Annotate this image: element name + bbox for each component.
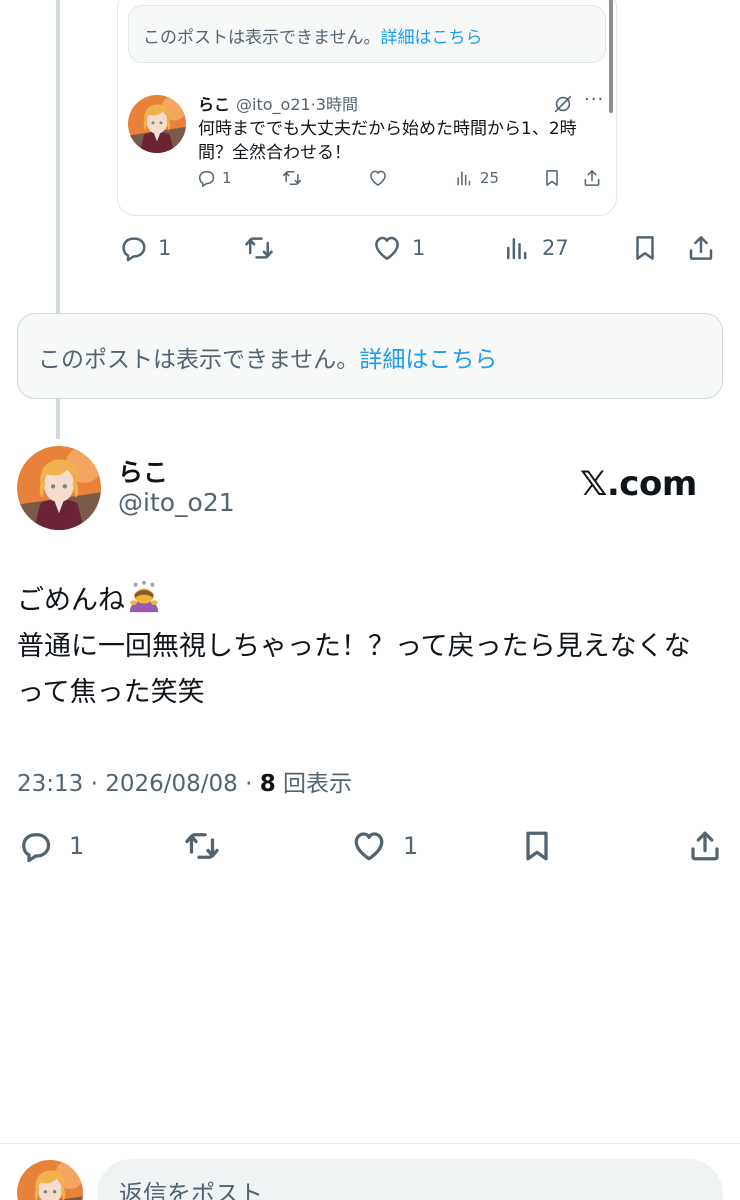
share-button[interactable]	[686, 230, 716, 266]
share-icon	[686, 233, 716, 263]
grok-icon[interactable]	[552, 93, 574, 115]
main-post-action-bar: 1 1	[17, 826, 723, 866]
main-like-button[interactable]: 1	[351, 826, 418, 866]
bowing-person-emoji	[129, 580, 159, 613]
retweet-icon	[282, 168, 302, 188]
main-author-handle[interactable]: @ito_o21	[118, 488, 235, 517]
retweet-icon	[244, 233, 274, 263]
unavailable-post-text: このポストは表示できません。	[38, 347, 360, 373]
reply-button[interactable]: 1	[118, 230, 171, 266]
share-icon	[582, 168, 602, 188]
retweet-button[interactable]	[244, 230, 274, 266]
bookmark-icon	[630, 233, 660, 263]
card-bookmark-button[interactable]	[542, 165, 562, 191]
views-icon	[454, 168, 474, 188]
main-author-name[interactable]: らこ	[118, 453, 168, 489]
main-bookmark-button[interactable]	[519, 826, 555, 866]
main-reply-button[interactable]: 1	[17, 826, 84, 866]
reply-count: 1	[158, 236, 172, 260]
reply-icon	[118, 233, 148, 263]
card-unavailable-notice: このポストは表示できません。詳細はこちら	[128, 5, 606, 63]
card-like-button[interactable]	[368, 165, 388, 191]
thread-line-top	[56, 0, 60, 313]
card-share-button[interactable]	[582, 165, 602, 191]
like-icon	[372, 233, 402, 263]
view-count-label: 回表示	[275, 771, 353, 797]
main-post-text-line1: ごめんね	[17, 585, 125, 616]
like-button[interactable]: 1	[372, 230, 425, 266]
bookmark-button[interactable]	[630, 230, 660, 266]
main-post-avatar[interactable]	[17, 446, 101, 530]
post-metadata: 23:13 · 2026/08/08 · 8 回表示	[17, 764, 352, 798]
bookmark-icon	[542, 168, 562, 188]
card-reply-button[interactable]: 1	[196, 165, 232, 191]
card-author-name[interactable]: らこ	[198, 95, 230, 114]
post-timestamp[interactable]: 23:13 · 2026/08/08 ·	[17, 771, 260, 797]
card-post-header: らこ @ito_o21·3時間	[198, 91, 358, 115]
x-com-logo: 𝕏.com	[580, 464, 697, 504]
card-post-text: 何時まででも大丈夫だから始めた時間から1、2時間？全然合わせる！	[198, 119, 577, 163]
card-action-bar: 1 25	[196, 165, 606, 191]
bookmark-icon	[519, 828, 555, 864]
views-count: 27	[542, 236, 569, 260]
card-reply-count: 1	[222, 169, 232, 187]
quoted-post-card[interactable]: このポストは表示できません。詳細はこちら らこ @ito_o21·3時間 ··· …	[117, 0, 617, 216]
card-details-link[interactable]: 詳細はこちら	[381, 28, 483, 48]
unavailable-details-link[interactable]: 詳細はこちら	[359, 347, 497, 373]
reply-icon	[196, 168, 216, 188]
main-share-button[interactable]	[687, 826, 723, 866]
like-count: 1	[412, 236, 426, 260]
card-author-handle[interactable]: @ito_o21	[236, 95, 311, 114]
main-like-count: 1	[403, 832, 419, 860]
unavailable-post-notice: このポストは表示できません。詳細はこちら	[17, 313, 723, 399]
card-post-time[interactable]: 3時間	[316, 95, 358, 114]
card-unavailable-text: このポストは表示できません。	[143, 28, 381, 48]
reply-icon	[17, 828, 53, 864]
view-count-number: 8	[259, 771, 276, 797]
main-reply-count: 1	[69, 832, 85, 860]
views-button[interactable]: 27	[502, 230, 569, 266]
main-post-text: ごめんね 普通に一回無視しちゃった！？って戻ったら見えなくなって焦った笑笑	[17, 578, 717, 716]
retweet-icon	[184, 828, 220, 864]
reply-divider	[0, 1143, 740, 1144]
share-icon	[687, 828, 723, 864]
main-retweet-button[interactable]	[184, 826, 220, 866]
views-icon	[502, 233, 532, 263]
like-icon	[368, 168, 388, 188]
current-user-avatar	[17, 1160, 83, 1200]
reply-input[interactable]	[97, 1159, 723, 1200]
like-icon	[351, 828, 387, 864]
thread-line-middle	[56, 399, 60, 439]
card-scrollbar[interactable]	[609, 0, 613, 113]
card-views-count: 25	[480, 169, 500, 187]
card-avatar[interactable]	[128, 95, 186, 153]
card-retweet-button[interactable]	[282, 165, 302, 191]
main-post-text-line2: 普通に一回無視しちゃった！？って戻ったら見えなくなって焦った笑笑	[17, 631, 691, 708]
post-action-bar: 1 1 27	[118, 230, 722, 266]
more-icon[interactable]: ···	[584, 89, 604, 110]
card-views-button[interactable]: 25	[454, 165, 499, 191]
